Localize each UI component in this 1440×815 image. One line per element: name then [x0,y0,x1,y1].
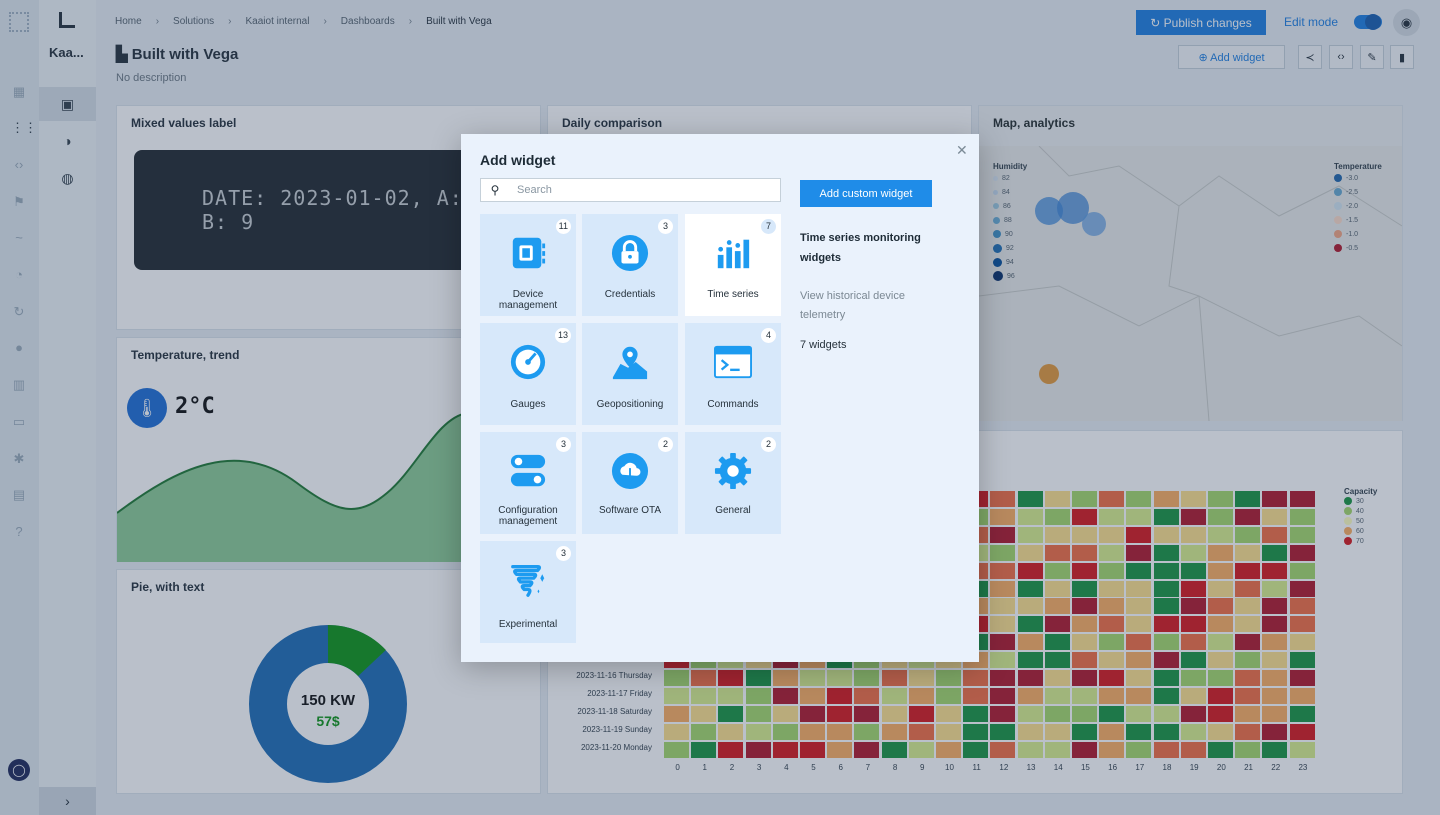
category-label: Commands [707,399,759,410]
category-commands[interactable]: 4 Commands [685,323,781,425]
cloud-download-icon [611,452,649,490]
category-label: General [715,505,751,516]
category-count: 3 [658,219,673,234]
bar-chart-icon [717,239,750,269]
category-count: 4 [761,328,776,343]
dialog-title: Add widget [480,152,556,168]
search-icon: ⚲ [490,183,500,197]
category-count: 2 [658,437,673,452]
add-widget-dialog: Add widget ✕ ⚲ Add custom widget 11 Devi… [461,134,979,662]
category-credentials[interactable]: 3 Credentials [582,214,678,316]
category-configuration-management[interactable]: 3 Configuration management [480,432,576,534]
category-general[interactable]: 2 General [685,432,781,534]
category-count: 13 [554,328,571,343]
category-software-ota[interactable]: 2 Software OTA [582,432,678,534]
terminal-icon [714,345,752,379]
category-label: Credentials [604,289,656,300]
category-count: 11 [555,219,571,234]
category-time-series[interactable]: 7 Time series [685,214,781,316]
category-geopositioning[interactable]: Geopositioning [582,323,678,425]
category-label: Gauges [510,399,546,410]
search-field[interactable]: ⚲ [480,178,781,202]
add-custom-widget-button[interactable]: Add custom widget [800,180,932,207]
lock-icon [611,234,649,272]
tornado-sparkle-icon [511,565,545,597]
category-label: Device management [498,289,558,311]
category-gauges[interactable]: 13 Gauges [480,323,576,425]
category-label: Configuration management [498,505,558,527]
category-label: Geopositioning [596,399,664,410]
category-count: 3 [556,546,571,561]
gauge-icon [510,344,546,380]
toggles-icon [510,454,546,487]
selected-category-title: Time series monitoring widgets [800,232,921,264]
category-label: Experimental [498,619,558,630]
search-input[interactable] [517,184,777,196]
close-icon[interactable]: ✕ [956,142,968,159]
category-count: 7 [761,219,776,234]
device-management-icon [512,237,546,269]
category-label: Time series [707,289,759,300]
selected-category-description: View historical device telemetry [800,290,905,321]
category-device-management[interactable]: 11 Device management [480,214,576,316]
map-pin-icon [612,346,648,380]
selected-category-count: 7 widgets [800,339,847,351]
category-count: 2 [761,437,776,452]
category-label: Software OTA [598,505,662,516]
category-count: 3 [556,437,571,452]
gear-icon [714,452,752,490]
category-experimental[interactable]: 3 Experimental [480,541,576,643]
widget-title: Map, analytics [993,116,1076,130]
